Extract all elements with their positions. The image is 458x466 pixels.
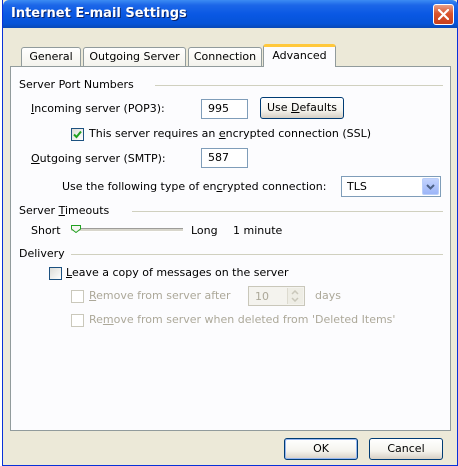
leave-copy-checkbox[interactable] [49,267,62,280]
delivery-heading: Delivery [19,247,65,260]
remove-deleted-checkbox[interactable] [71,314,84,327]
remove-deleted-label: Remove from server when deleted from 'De… [89,313,396,326]
close-button[interactable] [433,4,454,25]
tab-connection[interactable]: Connection [188,47,262,67]
timeout-short-label: Short [31,224,61,237]
slider-thumb[interactable] [71,223,81,234]
tab-general[interactable]: General [21,47,81,67]
ssl-required-checkbox[interactable] [71,128,84,141]
title-bar[interactable]: Internet E-mail Settings [3,0,458,28]
encryption-type-select[interactable]: TLS [341,176,441,197]
incoming-port-input[interactable]: 995 [201,99,248,119]
check-mark-icon [73,130,82,139]
group-divider [132,211,443,212]
server-port-numbers-heading: Server Port Numbers [19,78,134,91]
dropdown-arrow[interactable] [422,178,439,195]
remove-after-checkbox[interactable] [71,290,84,303]
timeout-value: 1 minute [233,224,283,237]
use-defaults-button[interactable]: Use Defaults [260,97,344,119]
window-title: Internet E-mail Settings [11,6,187,21]
spinner-buttons[interactable] [287,288,303,304]
tab-general-label: General [29,50,73,63]
slider-track [71,228,183,232]
tab-advanced[interactable]: Advanced [263,44,336,67]
days-spinner[interactable]: 10 [248,286,305,306]
timeout-slider[interactable] [71,223,183,235]
spin-down-icon[interactable] [290,297,300,302]
leave-copy-label: Leave a copy of messages on the server [66,266,289,279]
chevron-down-icon [426,184,435,190]
timeout-long-label: Long [191,224,218,237]
cancel-button[interactable]: Cancel [369,438,443,460]
incoming-server-label: Incoming server (POP3): [31,102,165,115]
tab-outgoing-server-label: Outgoing Server [89,50,180,63]
tab-connection-label: Connection [193,50,257,63]
days-label: days [315,289,341,302]
outgoing-port-input[interactable]: 587 [201,148,248,168]
advanced-tab-panel: Server Port Numbers Incoming server (POP… [10,66,451,431]
close-icon [438,9,449,20]
encryption-type-label: Use the following type of encrypted conn… [62,180,327,193]
days-value: 10 [255,290,269,303]
group-divider [71,254,443,255]
remove-after-label: Remove from server after [89,289,231,302]
spin-up-icon[interactable] [290,290,300,295]
ssl-required-label: This server requires an encrypted connec… [89,127,371,140]
tab-advanced-label: Advanced [272,49,327,62]
group-divider [155,85,443,86]
server-timeouts-heading: Server Timeouts [19,204,110,217]
tab-outgoing-server[interactable]: Outgoing Server [83,47,186,67]
outgoing-server-label: Outgoing server (SMTP): [31,152,166,165]
encryption-type-value: TLS [347,180,367,193]
dialog-window: Internet E-mail Settings General Outgoin… [2,0,458,466]
ok-button[interactable]: OK [284,438,358,460]
